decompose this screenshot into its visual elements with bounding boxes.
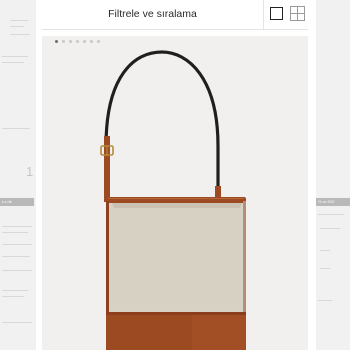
single-column-view-icon[interactable] [270, 7, 283, 20]
background-line [10, 20, 28, 21]
background-line [318, 214, 344, 215]
background-line [318, 300, 332, 301]
background-line [2, 256, 30, 257]
product-bag-image [100, 50, 246, 350]
background-line [320, 268, 330, 269]
filter-sort-button[interactable]: Filtrele ve sıralama [42, 0, 264, 29]
background-line [10, 26, 24, 27]
background-line [2, 322, 32, 323]
background-tag: Lo de [0, 198, 34, 206]
background-page-right: % ar 203 [316, 0, 350, 350]
background-line [10, 34, 30, 35]
filter-bar: Filtrele ve sıralama [42, 0, 308, 30]
background-line [2, 56, 28, 57]
background-numeral: 1 [26, 164, 34, 179]
background-line [2, 244, 32, 245]
background-line [320, 250, 330, 251]
background-line [2, 232, 28, 233]
product-image-card[interactable] [42, 36, 308, 350]
background-line [2, 226, 32, 227]
background-page-left: 1 Lo de [0, 0, 36, 350]
grid-view-icon[interactable] [290, 6, 305, 21]
background-line [2, 128, 30, 129]
background-tag: % ar 203 [316, 198, 350, 206]
background-line [2, 296, 24, 297]
background-line [2, 62, 24, 63]
background-line [2, 270, 32, 271]
background-line [320, 228, 340, 229]
background-line [2, 290, 28, 291]
